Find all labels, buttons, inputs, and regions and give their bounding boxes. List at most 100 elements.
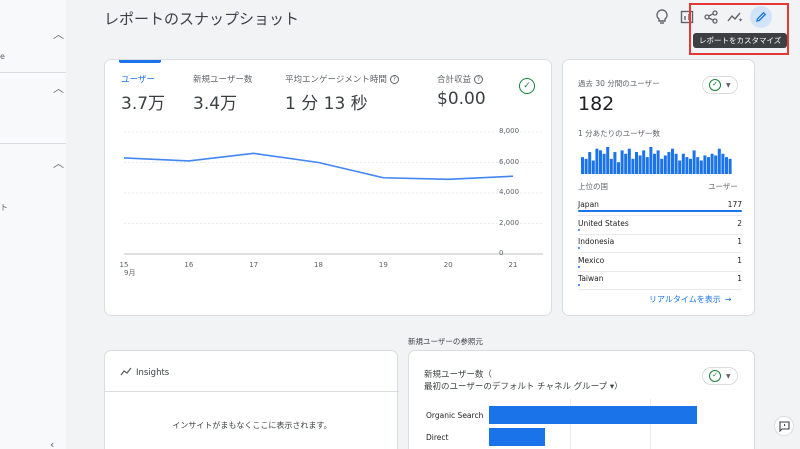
minute-bar [595, 148, 599, 174]
tooltip: レポートをカスタマイズ [693, 33, 788, 48]
series-line [123, 152, 514, 181]
minute-bar [624, 153, 628, 174]
country-name: Japan [578, 200, 599, 209]
country-row: Indonesia 1 [578, 235, 742, 253]
feedback-icon [778, 420, 790, 432]
minute-bar [674, 153, 678, 174]
minute-bar [656, 150, 660, 174]
column-header-users: ユーザー [708, 182, 738, 191]
comparison-dropdown[interactable]: ✓ ▼ [702, 76, 738, 94]
country-count: 177 [727, 200, 742, 209]
page-title: レポートのスナップショット [104, 10, 300, 28]
country-name: Taiwan [578, 274, 604, 283]
country-share-bar [578, 247, 580, 249]
country-row: Taiwan 1 [578, 272, 742, 290]
sidebar-divider [0, 72, 66, 73]
per-minute-bar-chart [581, 147, 732, 174]
main-content: レポートのスナップショット ✦ レポートをカスタマイズ ユーザー 3.7万 新規… [66, 0, 800, 449]
minute-bar [581, 157, 584, 174]
chevron-up-icon[interactable]: ︿ [53, 80, 64, 96]
minute-bar [613, 152, 617, 174]
y-tick-label: 4,000 [499, 188, 520, 196]
feedback-button[interactable] [774, 416, 794, 436]
country-row: Mexico 1 [578, 254, 742, 272]
country-share-bar [578, 284, 580, 286]
divider [105, 391, 399, 392]
x-tick-label: 18 [314, 261, 323, 269]
minute-bar [721, 153, 725, 174]
minute-bar [620, 150, 624, 174]
realtime-card: 過去 30 分間のユーザー ✓ ▼ 182 1 分あたりのユーザー数 上位の国 … [562, 59, 755, 316]
y-tick-label: 0 [499, 249, 504, 257]
minute-bar [631, 158, 635, 174]
minute-bar [692, 150, 696, 174]
minute-bar [649, 147, 653, 174]
minute-bar [617, 162, 620, 174]
country-share-bar [578, 228, 580, 231]
chevron-up-icon[interactable]: ︿ [53, 26, 64, 42]
country-name: United States [578, 218, 629, 228]
minute-bar [588, 152, 592, 174]
sidebar-divider [0, 143, 66, 144]
minute-bar [671, 148, 674, 174]
chevron-up-icon[interactable]: ︿ [53, 155, 64, 171]
country-row: United States 2 [578, 217, 742, 235]
minute-bar [660, 158, 664, 174]
country-name: Indonesia [578, 237, 615, 246]
minute-bar [681, 153, 685, 174]
acquisition-title: 新規ユーザー数（ [424, 370, 492, 380]
dimension-dropdown[interactable]: 最初のユーザーのデフォルト チャネル グループ ▾） [424, 380, 623, 392]
insights-empty-message: インサイトがまもなくここに表示されます。 [172, 421, 332, 430]
country-count: 1 [737, 274, 742, 283]
minute-bar [728, 158, 732, 174]
country-count: 1 [737, 237, 742, 246]
insights-card: Insights インサイトがまもなくここに表示されます。 [104, 350, 399, 449]
chevron-left-icon[interactable]: ‹ [50, 438, 54, 449]
minute-bar [609, 158, 613, 174]
per-minute-label: 1 分あたりのユーザー数 [578, 129, 661, 138]
insights-icon [120, 367, 132, 376]
sidebar-label-partial[interactable]: e [0, 52, 5, 61]
minute-bar [599, 150, 602, 174]
country-share-bar [578, 265, 580, 268]
acquisition-card: 新規ユーザー数（ 最初のユーザーのデフォルト チャネル グループ ▾） ✓ ▼ … [408, 350, 755, 449]
minute-bar [642, 150, 646, 174]
x-tick-label: 20 [443, 261, 453, 269]
acquisition-section-label: 新規ユーザーの参照元 [408, 337, 483, 346]
arrow-right-icon: → [724, 295, 732, 304]
x-month-label: 9月 [124, 269, 136, 277]
comparison-dropdown[interactable]: ✓ ▼ [702, 367, 738, 385]
country-share-bar [578, 210, 742, 212]
minute-bar [699, 160, 703, 174]
view-realtime-label: リアルタイムを表示 [649, 295, 721, 304]
country-row: Japan 177 [578, 198, 742, 216]
column-header-country: 上位の国 [578, 182, 608, 191]
minute-bar [627, 148, 631, 174]
minute-bar [602, 153, 606, 174]
country-count: 1 [737, 255, 742, 265]
minute-bar [689, 158, 692, 174]
minute-bar [591, 160, 595, 174]
minute-bar [606, 147, 610, 174]
minute-bar [710, 153, 714, 174]
lightbulb-icon[interactable] [652, 7, 672, 27]
view-realtime-link[interactable]: リアルタイムを表示 → [649, 294, 731, 305]
check-circle-icon: ✓ [709, 370, 721, 382]
minute-bar [584, 158, 588, 174]
caret-down-icon: ▼ [726, 372, 731, 380]
channel-label: Direct [426, 433, 449, 442]
minute-bar [685, 157, 689, 174]
realtime-title: 過去 30 分間のユーザー [578, 79, 660, 88]
channel-bar[interactable] [489, 406, 697, 424]
minute-bar [638, 155, 642, 174]
sidebar-label-partial[interactable]: ト [0, 202, 8, 213]
channel-bar[interactable] [489, 428, 546, 446]
y-tick-label: 8,000 [499, 127, 520, 135]
minute-bar [635, 152, 638, 174]
caret-down-icon: ▼ [726, 81, 731, 89]
minute-bar [653, 153, 656, 174]
minute-bar [645, 157, 649, 174]
minute-bar [707, 157, 710, 174]
minute-bar [725, 157, 728, 174]
country-count: 2 [737, 218, 742, 228]
